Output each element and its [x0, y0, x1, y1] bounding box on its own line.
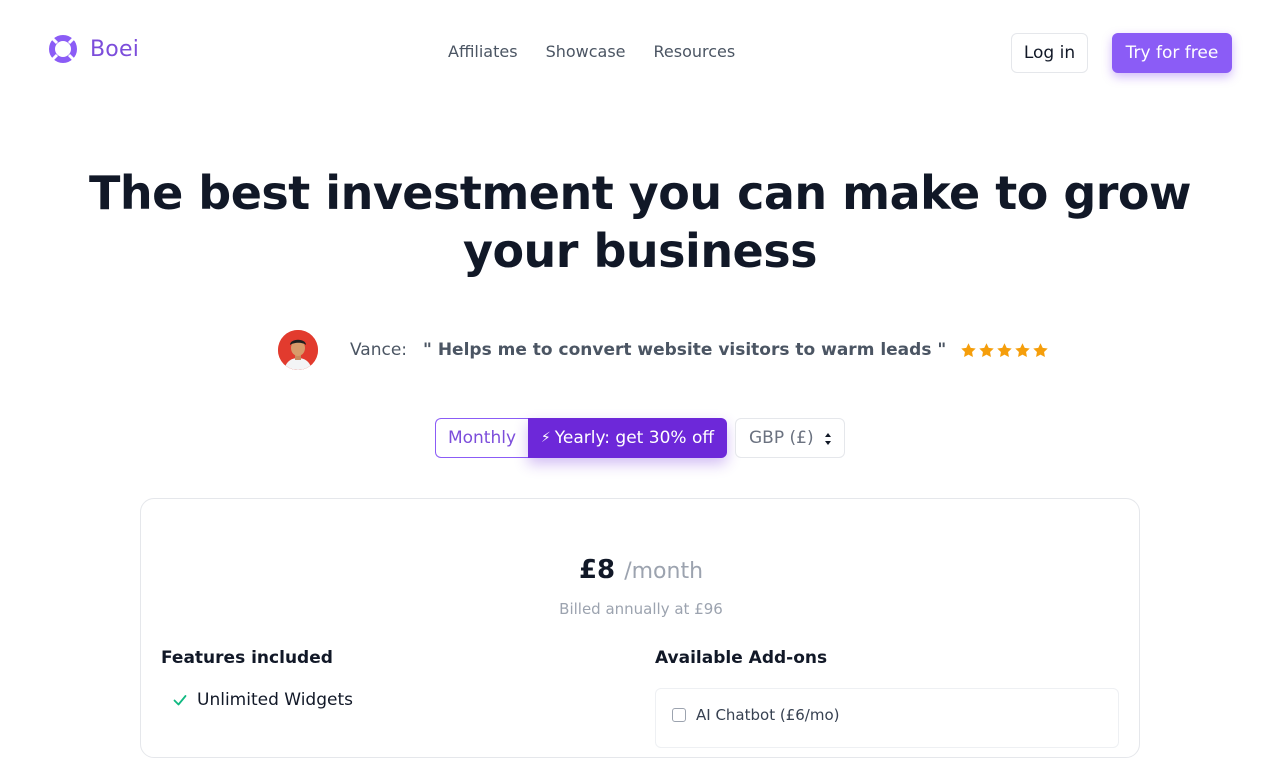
- check-icon: [173, 695, 187, 706]
- yearly-label: Yearly: get 30% off: [554, 428, 715, 448]
- hero-title: The best investment you can make to grow…: [88, 166, 1192, 278]
- star-rating: [960, 342, 1049, 359]
- logo-icon: [49, 35, 77, 63]
- currency-select[interactable]: GBP (£): [735, 418, 845, 458]
- star-icon: [997, 342, 1012, 357]
- star-icon: [961, 342, 976, 357]
- monthly-toggle-button[interactable]: Monthly: [435, 418, 528, 458]
- try-for-free-button[interactable]: Try for free: [1112, 33, 1232, 73]
- billing-toggle: Monthly ⚡ Yearly: get 30% off: [435, 418, 727, 458]
- feature-item: Unlimited Widgets: [173, 690, 353, 710]
- feature-label: Unlimited Widgets: [197, 690, 353, 710]
- main-nav: Affiliates Showcase Resources: [448, 42, 735, 61]
- testimonial-quote: " Helps me to convert website visitors t…: [423, 340, 947, 360]
- lightning-icon: ⚡: [540, 430, 551, 446]
- price-amount: £8: [578, 555, 616, 585]
- currency-selected-value: GBP (£): [749, 428, 814, 448]
- billing-note: Billed annually at £96: [559, 600, 723, 618]
- nav-link-showcase[interactable]: Showcase: [546, 42, 626, 61]
- select-arrows-icon: [825, 433, 831, 445]
- avatar: [278, 330, 318, 370]
- star-icon: [979, 342, 994, 357]
- addons-heading: Available Add-ons: [655, 648, 828, 668]
- pricing-card: £8 /month Billed annually at £96 Feature…: [140, 498, 1140, 758]
- nav-link-resources[interactable]: Resources: [654, 42, 736, 61]
- star-icon: [1033, 342, 1048, 357]
- testimonial-author: Vance:: [350, 340, 408, 360]
- price-period: /month: [624, 559, 704, 584]
- testimonial: Vance: " Helps me to convert website vis…: [278, 330, 1049, 370]
- addon-label: AI Chatbot (£6/mo): [696, 706, 840, 724]
- brand-logo[interactable]: Boei: [48, 34, 139, 64]
- nav-link-affiliates[interactable]: Affiliates: [448, 42, 518, 61]
- brand-name: Boei: [90, 36, 140, 62]
- price-display: £8 /month: [141, 555, 1141, 585]
- star-icon: [1015, 342, 1030, 357]
- features-heading: Features included: [161, 648, 333, 668]
- yearly-toggle-button[interactable]: ⚡ Yearly: get 30% off: [528, 418, 727, 458]
- addon-option[interactable]: AI Chatbot (£6/mo): [655, 688, 1119, 748]
- login-button[interactable]: Log in: [1011, 33, 1088, 73]
